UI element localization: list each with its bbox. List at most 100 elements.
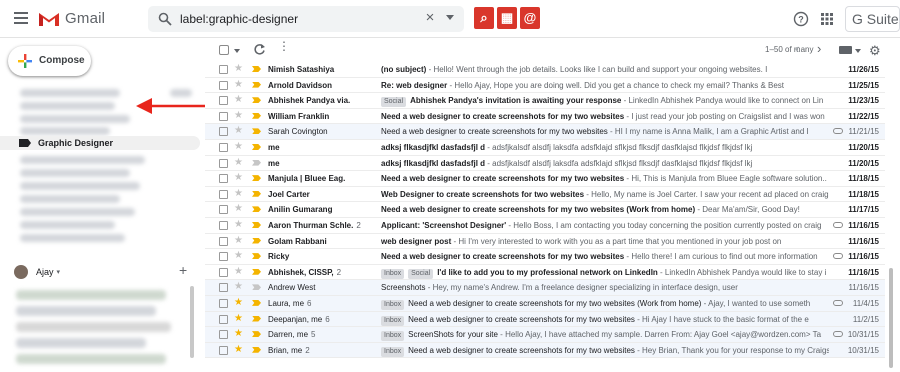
settings-gear-icon[interactable]: ⚙ (869, 43, 881, 59)
keyboard-icon[interactable] (839, 46, 852, 54)
label-badge[interactable]: Inbox (381, 268, 405, 279)
email-row[interactable]: ★ Sarah Covington Need a web designer to c… (205, 124, 885, 140)
help-icon[interactable]: ? (793, 11, 809, 27)
row-checkbox[interactable] (219, 314, 228, 324)
row-checkbox[interactable] (219, 158, 228, 168)
apps-grid-icon[interactable] (819, 11, 835, 27)
importance-marker-icon[interactable] (252, 190, 261, 197)
email-row[interactable]: ★ Nimish Satashiya (no subject) - Hello! W… (205, 62, 885, 78)
email-row[interactable]: ★ Ricky Need a web designer to create scre… (205, 249, 885, 265)
row-checkbox[interactable] (219, 283, 228, 293)
importance-marker-icon[interactable] (252, 175, 261, 182)
importance-marker-icon[interactable] (252, 346, 261, 353)
email-row[interactable]: ★ Golam Rabbani web designer post - Hi I'm… (205, 233, 885, 250)
email-row[interactable]: ★ Deepanjan, me 6 Inbox Need a web designer … (205, 311, 885, 328)
email-row[interactable]: ★ Laura, me 6 Inbox Need a web designer to c… (205, 295, 885, 312)
email-row[interactable]: ★ me adksj flkasdjfkl dasfadsfjl d - adsfj… (205, 139, 885, 156)
sidebar-scrollbar[interactable] (190, 286, 194, 358)
star-icon[interactable]: ★ (234, 188, 243, 200)
star-icon[interactable]: ★ (234, 281, 243, 293)
star-icon[interactable]: ★ (234, 110, 243, 122)
star-icon[interactable]: ★ (234, 157, 243, 169)
row-checkbox[interactable] (219, 80, 228, 90)
search-icon[interactable] (158, 12, 172, 26)
importance-marker-icon[interactable] (252, 237, 261, 244)
importance-marker-icon[interactable] (252, 284, 261, 291)
hangouts-user[interactable]: Ajay ▾ (14, 265, 60, 279)
extension-search-icon[interactable]: ⌕ (474, 7, 494, 29)
email-row[interactable]: ★ William Franklin Need a web designer to … (205, 108, 885, 125)
email-row[interactable]: ★ Joel Carter Web Designer to create scree… (205, 186, 885, 203)
star-icon[interactable]: ★ (234, 297, 243, 309)
email-row[interactable]: ★ me adksj flkasdjfkl dasfadsfjl d - adsfj… (205, 155, 885, 172)
select-all-checkbox[interactable] (219, 45, 229, 55)
row-checkbox[interactable] (219, 236, 228, 246)
email-row[interactable]: ★ Darren, me 5 Inbox ScreenShots for your si… (205, 327, 885, 343)
star-icon[interactable]: ★ (234, 266, 243, 278)
star-icon[interactable]: ★ (234, 250, 243, 262)
importance-marker-icon[interactable] (252, 299, 261, 306)
star-icon[interactable]: ★ (234, 79, 243, 91)
email-row[interactable]: ★ Aaron Thurman Schle. 2 Applicant: 'Screen… (205, 217, 885, 234)
extension-at-icon[interactable]: @ (520, 7, 540, 29)
importance-marker-icon[interactable] (252, 221, 261, 228)
compose-button[interactable]: Compose (8, 46, 91, 76)
star-icon[interactable]: ★ (234, 172, 243, 184)
importance-marker-icon[interactable] (252, 143, 261, 150)
refresh-icon[interactable] (253, 43, 266, 56)
email-row[interactable]: ★ Brian, me 2 Inbox Need a web designer to c… (205, 342, 885, 359)
row-checkbox[interactable] (219, 127, 228, 137)
star-icon[interactable]: ★ (234, 235, 243, 247)
importance-marker-icon[interactable] (252, 66, 261, 72)
email-row[interactable]: ★ Arnold Davidson Re: web designer - Hello… (205, 77, 885, 94)
importance-marker-icon[interactable] (252, 206, 261, 213)
clear-search-icon[interactable]: × (422, 9, 438, 26)
label-badge[interactable]: Inbox (381, 315, 405, 326)
star-icon[interactable]: ★ (234, 125, 243, 137)
list-scrollbar[interactable] (889, 268, 893, 368)
row-checkbox[interactable] (219, 65, 228, 74)
select-options-chevron-icon[interactable] (234, 49, 240, 53)
email-row[interactable]: ★ Abhishek Pandya via. Social Abhishek Pand… (205, 93, 885, 109)
email-row[interactable]: ★ Manjula | Bluee Eag. Need a web designer… (205, 171, 885, 187)
row-checkbox[interactable] (219, 96, 228, 106)
label-badge[interactable]: Inbox (381, 331, 405, 342)
importance-marker-icon[interactable] (252, 315, 261, 322)
row-checkbox[interactable] (219, 189, 228, 199)
row-checkbox[interactable] (219, 330, 228, 340)
row-checkbox[interactable] (219, 142, 228, 152)
row-checkbox[interactable] (219, 220, 228, 230)
gmail-logo[interactable]: Gmail (38, 10, 105, 27)
row-checkbox[interactable] (219, 345, 228, 355)
importance-marker-icon[interactable] (252, 331, 261, 338)
gsuite-logo[interactable]: G Suite (845, 6, 900, 32)
newer-page-icon[interactable]: › (817, 41, 821, 56)
row-checkbox[interactable] (219, 111, 228, 121)
importance-marker-icon[interactable] (252, 128, 261, 135)
row-checkbox[interactable] (219, 174, 228, 184)
importance-marker-icon[interactable] (252, 253, 261, 260)
label-badge[interactable]: Social (408, 268, 434, 279)
label-badge[interactable]: Social (381, 97, 407, 108)
email-row[interactable]: ★ Anilin Gumarang Need a web designer to c… (205, 202, 885, 218)
star-icon[interactable]: ★ (234, 203, 243, 215)
row-checkbox[interactable] (219, 298, 228, 308)
star-icon[interactable]: ★ (234, 328, 243, 340)
star-icon[interactable]: ★ (234, 313, 243, 325)
search-bar[interactable]: × (148, 6, 464, 32)
star-icon[interactable]: ★ (234, 219, 243, 231)
star-icon[interactable]: ★ (234, 94, 243, 106)
importance-marker-icon[interactable] (252, 112, 261, 119)
row-checkbox[interactable] (219, 205, 228, 215)
extension-grid-icon[interactable]: ▦ (497, 7, 517, 29)
add-contact-icon[interactable]: + (179, 262, 187, 278)
row-checkbox[interactable] (219, 267, 228, 277)
main-menu-icon[interactable] (14, 12, 28, 24)
label-badge[interactable]: Inbox (381, 346, 405, 357)
importance-marker-icon[interactable] (252, 97, 261, 104)
importance-marker-icon[interactable] (252, 159, 261, 166)
older-page-icon[interactable]: ‹ (795, 41, 799, 56)
search-input[interactable] (180, 10, 410, 28)
email-row[interactable]: ★ Abhishek, CISSP, 2 Inbox Social I'd like to… (205, 264, 885, 281)
input-tools-chevron-icon[interactable] (855, 49, 861, 53)
